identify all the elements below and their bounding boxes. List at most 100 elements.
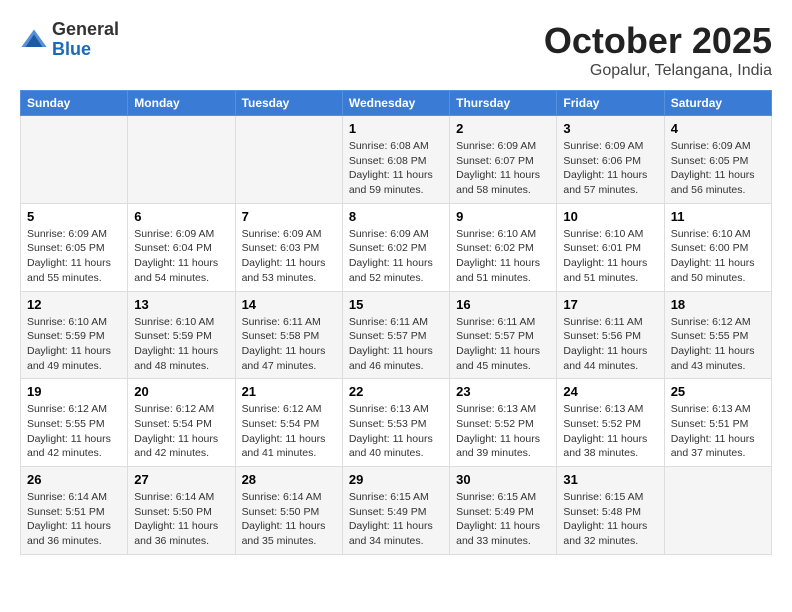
calendar-cell: 29 Sunrise: 6:15 AMSunset: 5:49 PMDayligh…	[342, 467, 449, 555]
day-number: 27	[134, 472, 228, 487]
calendar-cell	[21, 116, 128, 204]
calendar-cell: 2Sunrise: 6:09 AMSunset: 6:07 PMDaylight…	[450, 116, 557, 204]
calendar-table: SundayMondayTuesdayWednesdayThursdayFrid…	[20, 90, 772, 555]
day-number: 25	[671, 384, 765, 399]
logo: General Blue	[20, 20, 119, 60]
day-number: 13	[134, 297, 228, 312]
day-info: Sunrise: 6:12 AMSunset: 5:55 PMDaylight:…	[27, 402, 121, 461]
calendar-header-tuesday: Tuesday	[235, 91, 342, 116]
day-number: 18	[671, 297, 765, 312]
day-number: 10	[563, 209, 657, 224]
calendar-cell: 9 Sunrise: 6:10 AMSunset: 6:02 PMDaylight…	[450, 203, 557, 291]
calendar-cell: 8 Sunrise: 6:09 AMSunset: 6:02 PMDaylight…	[342, 203, 449, 291]
generalblue-logo-icon	[20, 26, 48, 54]
day-number: 8	[349, 209, 443, 224]
day-info: Sunrise: 6:09 AMSunset: 6:03 PMDaylight:…	[242, 227, 336, 286]
day-number: 5	[27, 209, 121, 224]
day-number: 19	[27, 384, 121, 399]
day-number: 30	[456, 472, 550, 487]
calendar-week-row: 12Sunrise: 6:10 AMSunset: 5:59 PMDayligh…	[21, 291, 772, 379]
day-info: Sunrise: 6:13 AMSunset: 5:52 PMDaylight:…	[563, 402, 657, 461]
day-number: 31	[563, 472, 657, 487]
month-title: October 2025	[544, 20, 772, 62]
day-info: Sunrise: 6:13 AMSunset: 5:52 PMDaylight:…	[456, 402, 550, 461]
calendar-week-row: 5 Sunrise: 6:09 AMSunset: 6:05 PMDaylight…	[21, 203, 772, 291]
day-number: 28	[242, 472, 336, 487]
calendar-week-row: 19 Sunrise: 6:12 AMSunset: 5:55 PMDayligh…	[21, 379, 772, 467]
day-number: 26	[27, 472, 121, 487]
calendar-cell: 7 Sunrise: 6:09 AMSunset: 6:03 PMDaylight…	[235, 203, 342, 291]
calendar-cell: 24 Sunrise: 6:13 AMSunset: 5:52 PMDayligh…	[557, 379, 664, 467]
day-info: Sunrise: 6:15 AMSunset: 5:49 PMDaylight:…	[349, 490, 443, 549]
day-info: Sunrise: 6:14 AMSunset: 5:51 PMDaylight:…	[27, 490, 121, 549]
calendar-cell: 6Sunrise: 6:09 AMSunset: 6:04 PMDaylight…	[128, 203, 235, 291]
calendar-header-saturday: Saturday	[664, 91, 771, 116]
calendar-cell: 27 Sunrise: 6:14 AMSunset: 5:50 PMDayligh…	[128, 467, 235, 555]
calendar-header-friday: Friday	[557, 91, 664, 116]
calendar-cell: 23 Sunrise: 6:13 AMSunset: 5:52 PMDayligh…	[450, 379, 557, 467]
day-number: 16	[456, 297, 550, 312]
calendar-header-row: SundayMondayTuesdayWednesdayThursdayFrid…	[21, 91, 772, 116]
day-info: Sunrise: 6:10 AMSunset: 6:01 PMDaylight:…	[563, 227, 657, 286]
day-info: Sunrise: 6:15 AMSunset: 5:48 PMDaylight:…	[563, 490, 657, 549]
day-info: Sunrise: 6:10 AMSunset: 6:02 PMDaylight:…	[456, 227, 550, 286]
day-number: 7	[242, 209, 336, 224]
day-info: Sunrise: 6:14 AMSunset: 5:50 PMDaylight:…	[134, 490, 228, 549]
calendar-cell: 18 Sunrise: 6:12 AMSunset: 5:55 PMDayligh…	[664, 291, 771, 379]
calendar-cell: 1Sunrise: 6:08 AMSunset: 6:08 PMDaylight…	[342, 116, 449, 204]
calendar-cell: 21Sunrise: 6:12 AMSunset: 5:54 PMDayligh…	[235, 379, 342, 467]
day-info: Sunrise: 6:15 AMSunset: 5:49 PMDaylight:…	[456, 490, 550, 549]
calendar-cell: 10 Sunrise: 6:10 AMSunset: 6:01 PMDayligh…	[557, 203, 664, 291]
day-info: Sunrise: 6:12 AMSunset: 5:55 PMDaylight:…	[671, 315, 765, 374]
day-number: 24	[563, 384, 657, 399]
calendar-cell: 25Sunrise: 6:13 AMSunset: 5:51 PMDayligh…	[664, 379, 771, 467]
day-number: 29	[349, 472, 443, 487]
header: General Blue October 2025 Gopalur, Telan…	[20, 20, 772, 80]
day-info: Sunrise: 6:10 AMSunset: 5:59 PMDaylight:…	[27, 315, 121, 374]
calendar-cell: 5 Sunrise: 6:09 AMSunset: 6:05 PMDaylight…	[21, 203, 128, 291]
day-number: 22	[349, 384, 443, 399]
calendar-cell	[664, 467, 771, 555]
day-info: Sunrise: 6:11 AMSunset: 5:57 PMDaylight:…	[349, 315, 443, 374]
calendar-cell: 19 Sunrise: 6:12 AMSunset: 5:55 PMDayligh…	[21, 379, 128, 467]
day-info: Sunrise: 6:11 AMSunset: 5:57 PMDaylight:…	[456, 315, 550, 374]
day-number: 1	[349, 121, 443, 136]
calendar-week-row: 1Sunrise: 6:08 AMSunset: 6:08 PMDaylight…	[21, 116, 772, 204]
day-info: Sunrise: 6:09 AMSunset: 6:02 PMDaylight:…	[349, 227, 443, 286]
day-info: Sunrise: 6:10 AMSunset: 5:59 PMDaylight:…	[134, 315, 228, 374]
day-info: Sunrise: 6:11 AMSunset: 5:58 PMDaylight:…	[242, 315, 336, 374]
day-info: Sunrise: 6:09 AMSunset: 6:05 PMDaylight:…	[671, 139, 765, 198]
day-number: 4	[671, 121, 765, 136]
calendar-cell: 3 Sunrise: 6:09 AMSunset: 6:06 PMDaylight…	[557, 116, 664, 204]
calendar-header-sunday: Sunday	[21, 91, 128, 116]
day-number: 2	[456, 121, 550, 136]
day-info: Sunrise: 6:09 AMSunset: 6:05 PMDaylight:…	[27, 227, 121, 286]
day-number: 6	[134, 209, 228, 224]
calendar-cell: 16 Sunrise: 6:11 AMSunset: 5:57 PMDayligh…	[450, 291, 557, 379]
calendar-cell: 30 Sunrise: 6:15 AMSunset: 5:49 PMDayligh…	[450, 467, 557, 555]
day-number: 9	[456, 209, 550, 224]
day-number: 15	[349, 297, 443, 312]
location-subtitle: Gopalur, Telangana, India	[544, 62, 772, 80]
day-number: 21	[242, 384, 336, 399]
day-info: Sunrise: 6:11 AMSunset: 5:56 PMDaylight:…	[563, 315, 657, 374]
calendar-cell	[235, 116, 342, 204]
calendar-header-monday: Monday	[128, 91, 235, 116]
calendar-header-thursday: Thursday	[450, 91, 557, 116]
calendar-cell: 26 Sunrise: 6:14 AMSunset: 5:51 PMDayligh…	[21, 467, 128, 555]
day-info: Sunrise: 6:09 AMSunset: 6:06 PMDaylight:…	[563, 139, 657, 198]
day-number: 11	[671, 209, 765, 224]
day-number: 3	[563, 121, 657, 136]
calendar-cell: 22 Sunrise: 6:13 AMSunset: 5:53 PMDayligh…	[342, 379, 449, 467]
day-number: 14	[242, 297, 336, 312]
day-number: 23	[456, 384, 550, 399]
day-info: Sunrise: 6:13 AMSunset: 5:53 PMDaylight:…	[349, 402, 443, 461]
day-number: 17	[563, 297, 657, 312]
calendar-cell: 14 Sunrise: 6:11 AMSunset: 5:58 PMDayligh…	[235, 291, 342, 379]
logo-text: General Blue	[52, 20, 119, 60]
calendar-cell: 31 Sunrise: 6:15 AMSunset: 5:48 PMDayligh…	[557, 467, 664, 555]
day-number: 20	[134, 384, 228, 399]
calendar-cell: 13 Sunrise: 6:10 AMSunset: 5:59 PMDayligh…	[128, 291, 235, 379]
calendar-cell	[128, 116, 235, 204]
title-area: October 2025 Gopalur, Telangana, India	[544, 20, 772, 80]
